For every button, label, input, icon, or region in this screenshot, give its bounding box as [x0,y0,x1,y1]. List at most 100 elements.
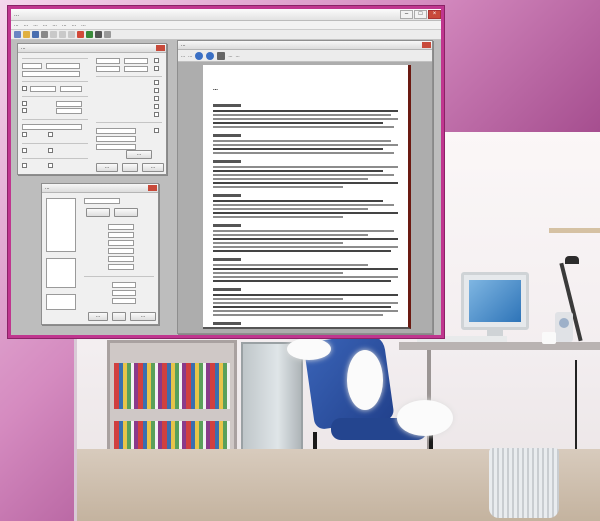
text-line [213,170,384,172]
list-box[interactable] [46,258,76,288]
paste-icon[interactable] [68,31,75,38]
small-button[interactable] [114,208,138,217]
checkbox[interactable] [154,96,159,101]
text-field[interactable] [22,63,42,69]
checkbox[interactable] [154,58,159,63]
copy-icon[interactable] [59,31,66,38]
toolbar-label[interactable]: ... [228,53,232,59]
small-button[interactable] [86,208,110,217]
menu-item[interactable]: ... [14,22,19,28]
close-icon[interactable] [148,185,157,191]
toolbar-label[interactable]: ... [236,53,240,59]
checkbox[interactable] [154,88,159,93]
checkbox[interactable] [154,80,159,85]
text-line [213,250,391,252]
text-field[interactable] [22,124,82,130]
list-box[interactable] [46,198,76,252]
menu-item[interactable]: ... [52,22,57,28]
menu-item[interactable]: ... [24,22,29,28]
checkbox[interactable] [48,163,53,168]
text-line [213,280,391,282]
group-divider [22,81,88,82]
help-button[interactable] [112,312,126,321]
close-icon[interactable] [156,45,165,51]
text-field[interactable] [96,128,136,134]
print-icon[interactable] [41,31,48,38]
text-line [213,216,343,218]
dropdown[interactable] [108,264,134,270]
menu-item[interactable]: ... [43,22,48,28]
cut-icon[interactable] [50,31,57,38]
minimize-button[interactable]: – [400,10,413,19]
text-line [213,272,343,274]
menu-item[interactable]: ... [81,22,86,28]
cancel-button[interactable]: ... [130,312,156,321]
dropdown[interactable] [108,248,134,254]
text-line [213,310,398,312]
save-icon[interactable] [32,31,39,38]
ok-button[interactable]: ... [88,312,108,321]
next-page-icon[interactable] [206,51,215,60]
book-row [114,363,230,409]
help-button[interactable] [122,163,138,172]
text-line [213,178,369,180]
close-icon[interactable] [422,42,431,48]
text-field[interactable] [96,136,136,142]
grid-icon[interactable] [86,31,93,38]
text-field[interactable] [56,101,82,107]
menu-item[interactable]: ... [62,22,67,28]
text-field[interactable] [22,71,80,77]
checkbox[interactable] [22,86,27,91]
close-button[interactable]: × [428,10,441,19]
dropdown[interactable] [112,298,136,304]
text-field[interactable] [84,198,120,204]
previous-page-icon[interactable] [195,51,204,60]
dropdown[interactable] [112,290,136,296]
window-titlebar: ... – □ × [11,9,441,21]
settings-icon[interactable] [104,31,111,38]
section-heading-line [213,104,241,107]
list-box[interactable] [46,294,76,310]
dropdown[interactable] [108,232,134,238]
text-field[interactable] [56,108,82,114]
dropdown[interactable] [108,224,134,230]
menu-item[interactable]: ... [33,22,38,28]
dropdown[interactable] [60,86,82,92]
new-file-icon[interactable] [14,31,21,38]
mug [542,332,556,344]
toolbar-label[interactable]: ... [181,53,185,59]
checkbox[interactable] [22,101,27,106]
print-icon[interactable] [217,51,226,60]
open-folder-icon[interactable] [23,31,30,38]
print-preview-title: ... [181,42,186,48]
menu-item[interactable]: ... [72,22,77,28]
checkbox[interactable] [22,108,27,113]
dropdown[interactable] [124,58,148,64]
checkbox[interactable] [22,148,27,153]
checkbox[interactable] [154,112,159,117]
checkbox[interactable] [22,132,27,137]
toolbar-label[interactable]: ... [188,53,192,59]
check-icon[interactable] [77,31,84,38]
checkbox[interactable] [154,128,159,133]
dropdown[interactable] [96,58,120,64]
cancel-button[interactable]: ... [142,163,164,172]
dropdown[interactable] [108,256,134,262]
checkbox[interactable] [48,132,53,137]
dropdown[interactable] [108,240,134,246]
dropdown[interactable] [124,66,148,72]
zoom-icon[interactable] [95,31,102,38]
apply-button[interactable]: ... [126,150,152,159]
dropdown[interactable] [112,282,136,288]
maximize-button[interactable]: □ [414,10,427,19]
checkbox[interactable] [154,66,159,71]
text-field[interactable] [30,86,56,92]
options-dialog-titlebar: ... [18,44,166,53]
checkbox[interactable] [154,104,159,109]
text-field[interactable] [46,63,80,69]
checkbox[interactable] [48,148,53,153]
checkbox[interactable] [22,163,27,168]
dropdown[interactable] [96,66,120,72]
ok-button[interactable]: ... [96,163,118,172]
text-line [213,268,398,270]
